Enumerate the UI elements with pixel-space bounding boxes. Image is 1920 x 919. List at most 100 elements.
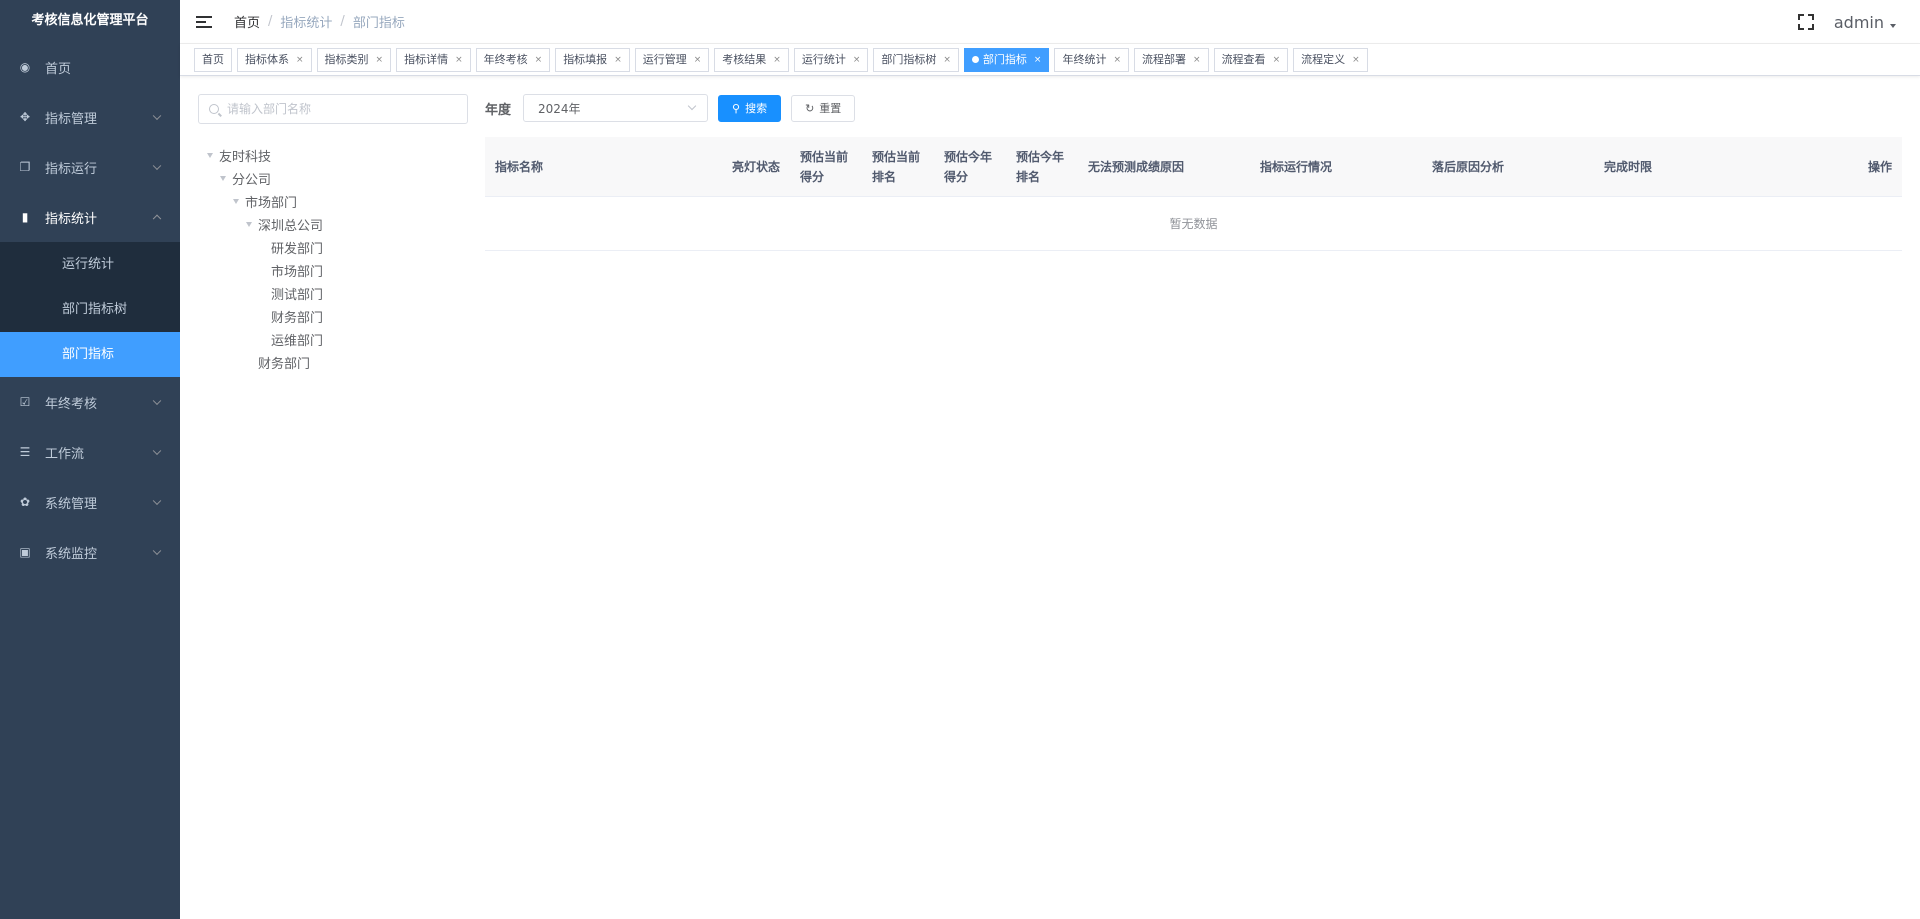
- tree-node[interactable]: 市场部门: [198, 190, 468, 213]
- breadcrumb-home[interactable]: 首页: [234, 12, 260, 31]
- close-icon[interactable]: ×: [1113, 49, 1121, 71]
- sidebar-item-1[interactable]: ✥ 指标管理: [0, 92, 180, 142]
- indicator-table: 指标名称 亮灯状态 预估当前得分 预估当前排名 预估今年得分 预估今年排名 无法预测成绩原因…: [485, 137, 1902, 251]
- tree-node[interactable]: 财务部门: [198, 351, 468, 374]
- tree-node[interactable]: 测试部门: [198, 282, 468, 305]
- move-icon: ✥: [19, 110, 31, 124]
- column-header-label: 预估当前排名: [872, 149, 921, 184]
- column-header-label: 指标名称: [495, 159, 544, 174]
- sidebar-item-label: 指标运行: [45, 161, 98, 177]
- close-icon[interactable]: ×: [614, 49, 622, 71]
- sidebar-item-5[interactable]: ☰ 工作流: [0, 427, 180, 477]
- caret-down-icon[interactable]: [230, 199, 242, 204]
- tag-item[interactable]: 年终考核 ×: [475, 47, 551, 72]
- tag-item[interactable]: 年终统计 ×: [1054, 47, 1130, 72]
- empty-text: 暂无数据: [485, 197, 1902, 251]
- hamburger-icon[interactable]: [196, 15, 212, 28]
- close-icon[interactable]: ×: [1273, 49, 1281, 71]
- tree-node[interactable]: 研发部门: [198, 236, 468, 259]
- search-button[interactable]: ⚲ 搜索: [718, 94, 782, 122]
- year-select[interactable]: 2024年: [523, 94, 709, 122]
- submenu-item[interactable]: 部门指标: [0, 332, 180, 377]
- table-header: 指标名称 亮灯状态 预估当前得分 预估当前排名 预估今年得分 预估今年排名 无法预测成绩原因…: [485, 137, 1902, 197]
- sidebar-item-label: 系统监控: [45, 546, 98, 562]
- column-header: 预估今年排名: [1006, 137, 1078, 196]
- column-header: 预估当前得分: [790, 137, 862, 196]
- navbar: 首页 / 指标统计 / 部门指标 admin: [180, 0, 1920, 44]
- column-header: 亮灯状态: [718, 137, 790, 196]
- close-icon[interactable]: ×: [773, 49, 781, 71]
- tag-item[interactable]: 考核结果 ×: [714, 47, 789, 72]
- search-button-label: 搜索: [745, 102, 768, 115]
- sidebar-item-4[interactable]: ☑ 年终考核: [0, 377, 180, 427]
- tag-item[interactable]: 部门指标 ×: [963, 47, 1050, 72]
- tag-item[interactable]: 流程定义 ×: [1293, 47, 1368, 72]
- reset-button[interactable]: ↻ 重置: [791, 94, 856, 122]
- tag-item[interactable]: 首页: [194, 47, 232, 72]
- caret-down-icon[interactable]: [217, 176, 229, 181]
- active-dot-icon: [971, 56, 979, 63]
- search-icon: ⚲: [732, 101, 741, 115]
- tag-item[interactable]: 指标类别 ×: [316, 47, 392, 72]
- checkbox-icon: ☑: [19, 395, 31, 409]
- tag-label: 年终考核: [483, 52, 528, 66]
- sidebar: 考核信息化管理平台 ◉ 首页 ✥ 指标管理 ❐ 指标运行 ▮ 指标统计 运行统计 部门指标树 部门指…: [0, 0, 180, 919]
- close-icon[interactable]: ×: [943, 49, 951, 71]
- close-icon[interactable]: ×: [1352, 49, 1360, 71]
- fullscreen-icon[interactable]: [1797, 14, 1814, 30]
- close-icon[interactable]: ×: [296, 49, 304, 71]
- sidebar-item-7[interactable]: ▣ 系统监控: [0, 527, 180, 577]
- sidebar-item-label: 指标管理: [45, 111, 98, 127]
- close-icon[interactable]: ×: [535, 49, 543, 71]
- tree-node[interactable]: 运维部门: [198, 328, 468, 351]
- close-icon[interactable]: ×: [376, 49, 384, 71]
- close-icon[interactable]: ×: [1193, 49, 1201, 71]
- sidebar-item-3[interactable]: ▮ 指标统计: [0, 192, 180, 242]
- copy-icon: ❐: [19, 160, 31, 174]
- sidebar-item-0[interactable]: ◉ 首页: [0, 42, 180, 92]
- column-header-label: 无法预测成绩原因: [1088, 159, 1185, 174]
- column-header-label: 预估当前得分: [800, 149, 849, 184]
- column-header: 落后原因分析: [1422, 137, 1594, 196]
- refresh-icon: ↻: [805, 101, 815, 115]
- column-header: 无法预测成绩原因: [1078, 137, 1250, 196]
- tree-node-label: 测试部门: [271, 288, 324, 303]
- close-icon[interactable]: ×: [1034, 49, 1042, 71]
- user-menu[interactable]: admin: [1834, 13, 1896, 32]
- dept-search-box: [198, 94, 468, 124]
- tag-item[interactable]: 流程查看 ×: [1213, 47, 1289, 72]
- caret-down-icon[interactable]: [204, 153, 216, 158]
- tag-item[interactable]: 运行统计 ×: [793, 47, 869, 72]
- tag-item[interactable]: 运行管理 ×: [634, 47, 710, 72]
- tree-node[interactable]: 财务部门: [198, 305, 468, 328]
- tree-node-label: 市场部门: [245, 196, 298, 211]
- breadcrumb-separator: /: [268, 14, 273, 29]
- tag-item[interactable]: 指标详情 ×: [396, 47, 471, 72]
- username: admin: [1833, 12, 1884, 32]
- chevron-up-icon: [152, 214, 162, 224]
- column-header: 预估今年得分: [934, 137, 1006, 196]
- tree-node[interactable]: 分公司: [198, 167, 468, 190]
- submenu-item[interactable]: 运行统计: [0, 242, 180, 287]
- close-icon[interactable]: ×: [694, 49, 702, 71]
- column-header-label: 亮灯状态: [731, 159, 780, 174]
- sliders-icon: ☰: [19, 445, 31, 459]
- tag-item[interactable]: 部门指标树 ×: [873, 47, 959, 72]
- sidebar-item-6[interactable]: ✿ 系统管理: [0, 477, 180, 527]
- sidebar-item-2[interactable]: ❐ 指标运行: [0, 142, 180, 192]
- dept-tree-panel: 友时科技分公司市场部门深圳总公司研发部门市场部门测试部门财务部门运维部门财务部门: [198, 94, 468, 374]
- tag-item[interactable]: 流程部署 ×: [1134, 47, 1209, 72]
- close-icon[interactable]: ×: [455, 49, 463, 71]
- app-title: 考核信息化管理平台: [31, 13, 149, 28]
- tag-item[interactable]: 指标填报 ×: [555, 47, 630, 72]
- submenu-item[interactable]: 部门指标树: [0, 287, 180, 332]
- tree-node[interactable]: 友时科技: [198, 144, 468, 167]
- close-icon[interactable]: ×: [853, 49, 861, 71]
- tree-node[interactable]: 深圳总公司: [198, 213, 468, 236]
- tree-node[interactable]: 市场部门: [198, 259, 468, 282]
- dept-search-input[interactable]: [227, 102, 447, 116]
- tree-node-label: 市场部门: [271, 265, 324, 280]
- caret-down-icon[interactable]: [243, 222, 255, 227]
- tag-item[interactable]: 指标体系 ×: [237, 47, 312, 72]
- breadcrumb-level1: 指标统计: [280, 16, 333, 31]
